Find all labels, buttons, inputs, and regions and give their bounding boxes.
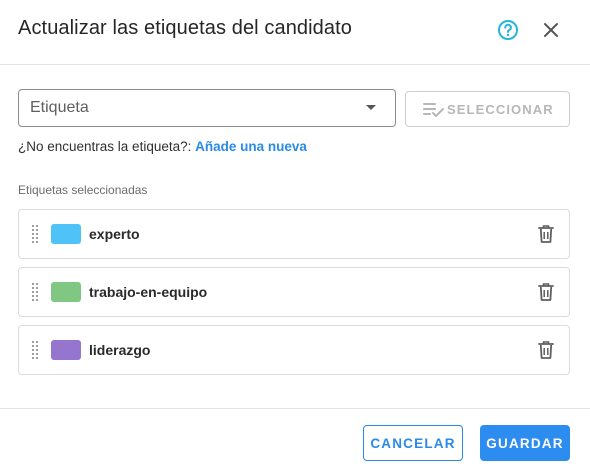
close-button[interactable] xyxy=(539,18,563,42)
delete-tag-icon[interactable] xyxy=(538,224,554,244)
tag-row: experto xyxy=(18,209,570,259)
add-tag-hint: ¿No encuentras la etiqueta?: Añade una n… xyxy=(18,139,307,154)
drag-handle-icon[interactable] xyxy=(30,224,40,244)
tag-label: experto xyxy=(89,226,140,242)
save-button[interactable]: GUARDAR xyxy=(480,425,570,461)
update-tags-dialog: Actualizar las etiquetas del candidato E… xyxy=(0,0,590,472)
dialog-footer: CANCELAR GUARDAR xyxy=(0,408,590,473)
selected-tags-label: Etiquetas seleccionadas xyxy=(18,183,148,197)
tag-label: trabajo-en-equipo xyxy=(89,284,208,300)
delete-tag-icon[interactable] xyxy=(538,282,554,302)
tag-label: liderazgo xyxy=(89,342,151,358)
hint-text: ¿No encuentras la etiqueta?: xyxy=(18,139,192,154)
help-button[interactable] xyxy=(496,18,520,42)
tag-select-dropdown[interactable]: Etiqueta xyxy=(18,89,396,127)
tag-color-swatch xyxy=(51,224,81,244)
close-icon xyxy=(544,23,558,37)
drag-handle-icon[interactable] xyxy=(30,282,40,302)
dialog-header: Actualizar las etiquetas del candidato xyxy=(0,0,590,65)
delete-tag-icon[interactable] xyxy=(538,340,554,360)
help-circle-icon xyxy=(498,20,518,40)
playlist-check-icon xyxy=(423,103,444,117)
dialog-title: Actualizar las etiquetas del candidato xyxy=(18,17,353,39)
add-new-tag-link[interactable]: Añade una nueva xyxy=(195,139,307,154)
tag-color-swatch xyxy=(51,282,81,302)
drag-handle-icon[interactable] xyxy=(30,340,40,360)
caret-down-icon xyxy=(366,105,376,110)
select-tag-button-label: SELECCIONAR xyxy=(447,102,554,117)
tag-select-placeholder: Etiqueta xyxy=(30,99,89,116)
select-tag-button[interactable]: SELECCIONAR xyxy=(405,91,570,127)
tag-color-swatch xyxy=(51,340,81,360)
tag-row: trabajo-en-equipo xyxy=(18,267,570,317)
tag-row: liderazgo xyxy=(18,325,570,375)
cancel-button[interactable]: CANCELAR xyxy=(363,425,463,461)
